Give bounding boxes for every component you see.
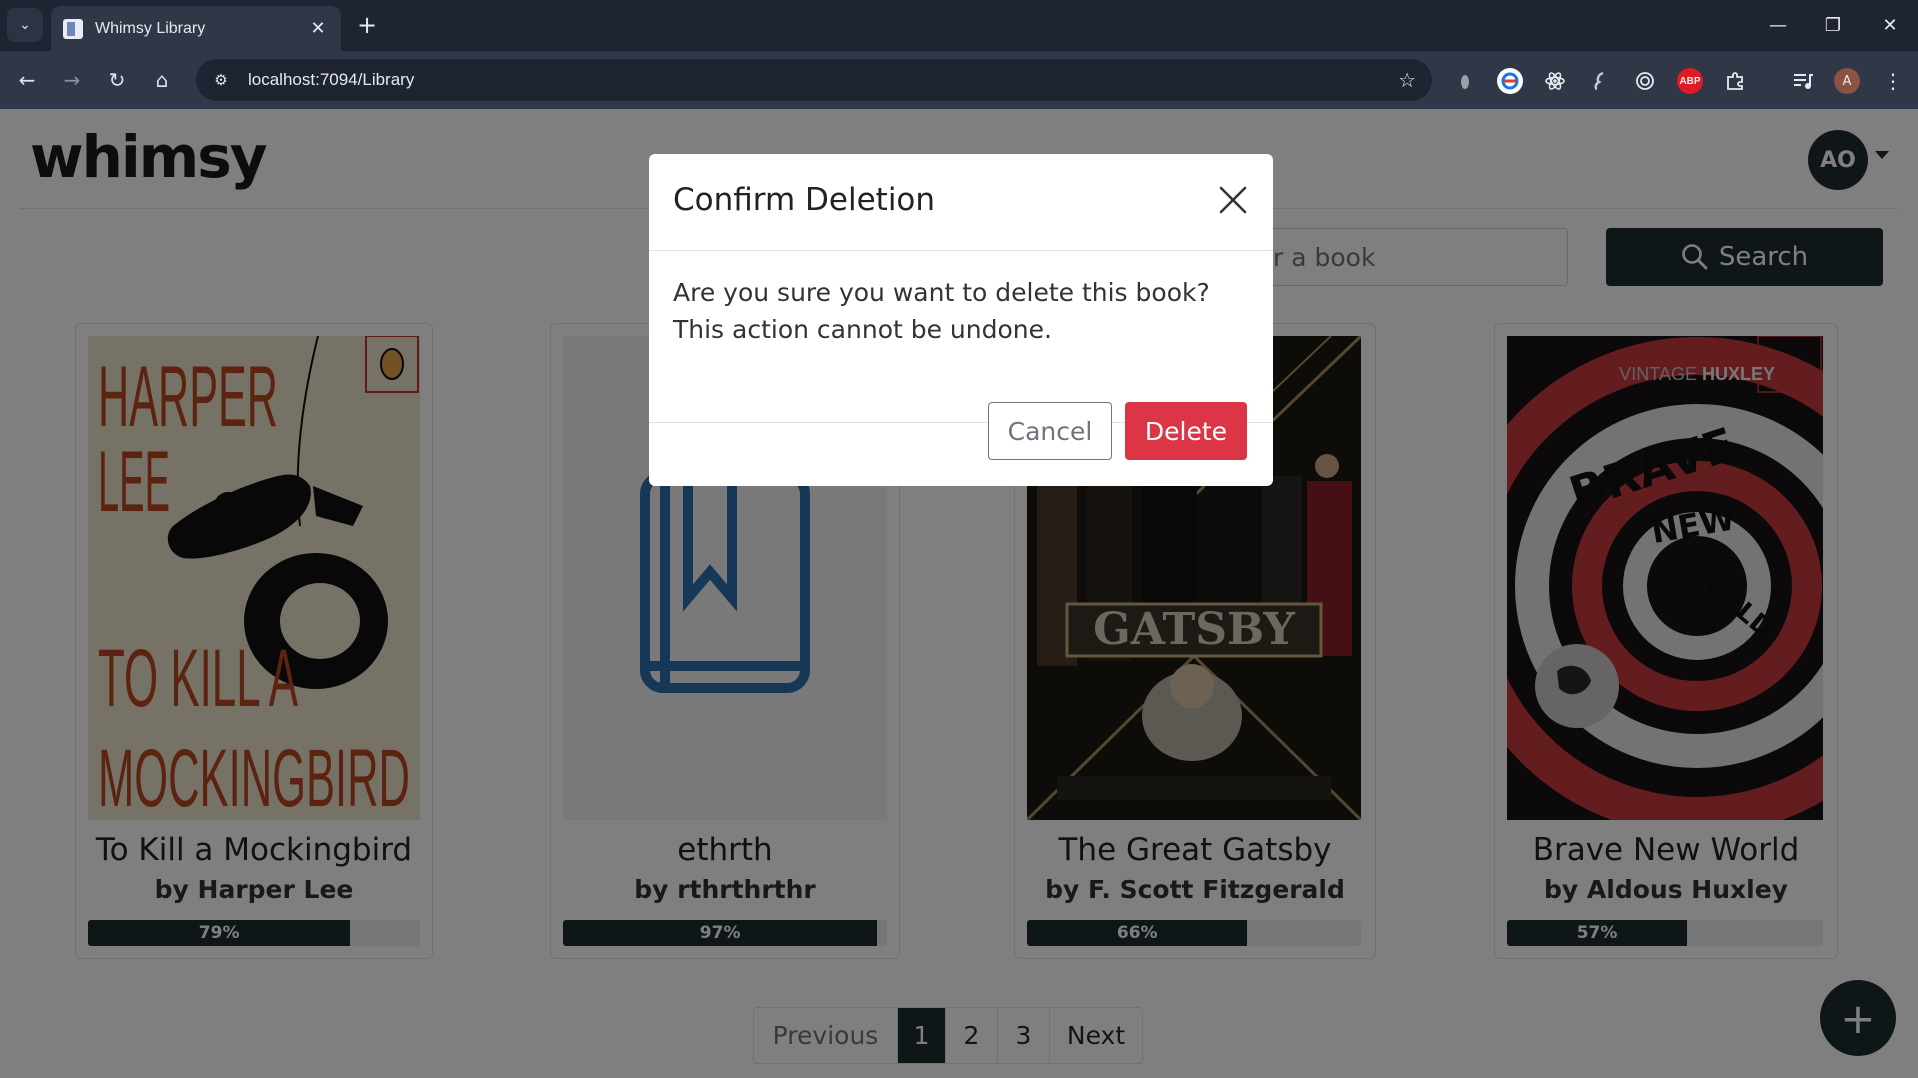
close-window-button[interactable]: ✕: [1870, 10, 1910, 40]
tab-title: Whimsy Library: [95, 19, 206, 37]
react-devtools-icon[interactable]: [1542, 68, 1568, 94]
confirm-delete-modal: Confirm Deletion Are you sure you want t…: [649, 154, 1273, 486]
close-icon: ✕: [1882, 14, 1898, 36]
reload-icon: ↻: [108, 68, 126, 92]
extension-icon-4[interactable]: [1587, 68, 1613, 94]
close-tab-icon[interactable]: ✕: [307, 18, 329, 39]
modal-header: Confirm Deletion: [649, 154, 1273, 251]
restore-icon: ❐: [1824, 14, 1842, 36]
home-button[interactable]: ⌂: [145, 63, 179, 97]
arrow-left-icon: ←: [18, 68, 36, 92]
modal-title: Confirm Deletion: [673, 182, 936, 218]
address-bar[interactable]: ⚙ localhost:7094/Library ☆: [196, 59, 1432, 101]
minimize-button[interactable]: —: [1758, 10, 1798, 40]
back-button[interactable]: ←: [10, 63, 44, 97]
adblock-plus-icon[interactable]: ABP: [1677, 68, 1703, 94]
browser-toolbar: ← → ↻ ⌂ ⚙ localhost:7094/Library ☆ ABP A…: [0, 51, 1918, 109]
more-vertical-icon: ⋮: [1883, 69, 1903, 93]
modal-close-button[interactable]: [1215, 182, 1251, 218]
restore-button[interactable]: ❐: [1813, 10, 1853, 40]
media-control-icon[interactable]: [1790, 68, 1816, 94]
forward-button[interactable]: →: [55, 63, 89, 97]
profile-avatar-button[interactable]: A: [1834, 68, 1860, 94]
browser-tab[interactable]: Whimsy Library ✕: [51, 6, 341, 51]
modal-message-line2: This action cannot be undone.: [673, 315, 1052, 344]
reload-button[interactable]: ↻: [100, 63, 134, 97]
close-icon: [1219, 186, 1247, 214]
bookmark-star-icon[interactable]: ☆: [1398, 68, 1416, 92]
extension-icon-5[interactable]: [1632, 68, 1658, 94]
site-info-icon[interactable]: ⚙: [210, 69, 232, 91]
arrow-right-icon: →: [63, 68, 81, 92]
favicon-icon: [63, 18, 83, 39]
minimize-icon: —: [1769, 14, 1787, 36]
cancel-button[interactable]: Cancel: [988, 402, 1112, 460]
home-icon: ⌂: [155, 68, 169, 92]
browser-tab-bar: ⌄ Whimsy Library ✕ + — ❐ ✕: [0, 0, 1918, 51]
extensions-puzzle-icon[interactable]: [1722, 68, 1748, 94]
tab-search-dropdown-button[interactable]: ⌄: [7, 8, 43, 42]
url-text[interactable]: localhost:7094/Library: [248, 70, 1398, 90]
browser-menu-button[interactable]: ⋮: [1880, 68, 1906, 94]
plus-icon: +: [356, 11, 378, 39]
modal-body: Are you sure you want to delete this boo…: [673, 274, 1253, 348]
chevron-down-icon: ⌄: [19, 17, 31, 33]
delete-button[interactable]: Delete: [1125, 402, 1247, 460]
modal-message-line1: Are you sure you want to delete this boo…: [673, 278, 1210, 307]
library-page: whimsy AO r a book Search HARPER LEE TO …: [0, 109, 1918, 1078]
new-tab-button[interactable]: +: [352, 10, 382, 40]
extension-icon-2[interactable]: [1497, 68, 1523, 94]
extension-icon-1[interactable]: [1452, 68, 1478, 94]
